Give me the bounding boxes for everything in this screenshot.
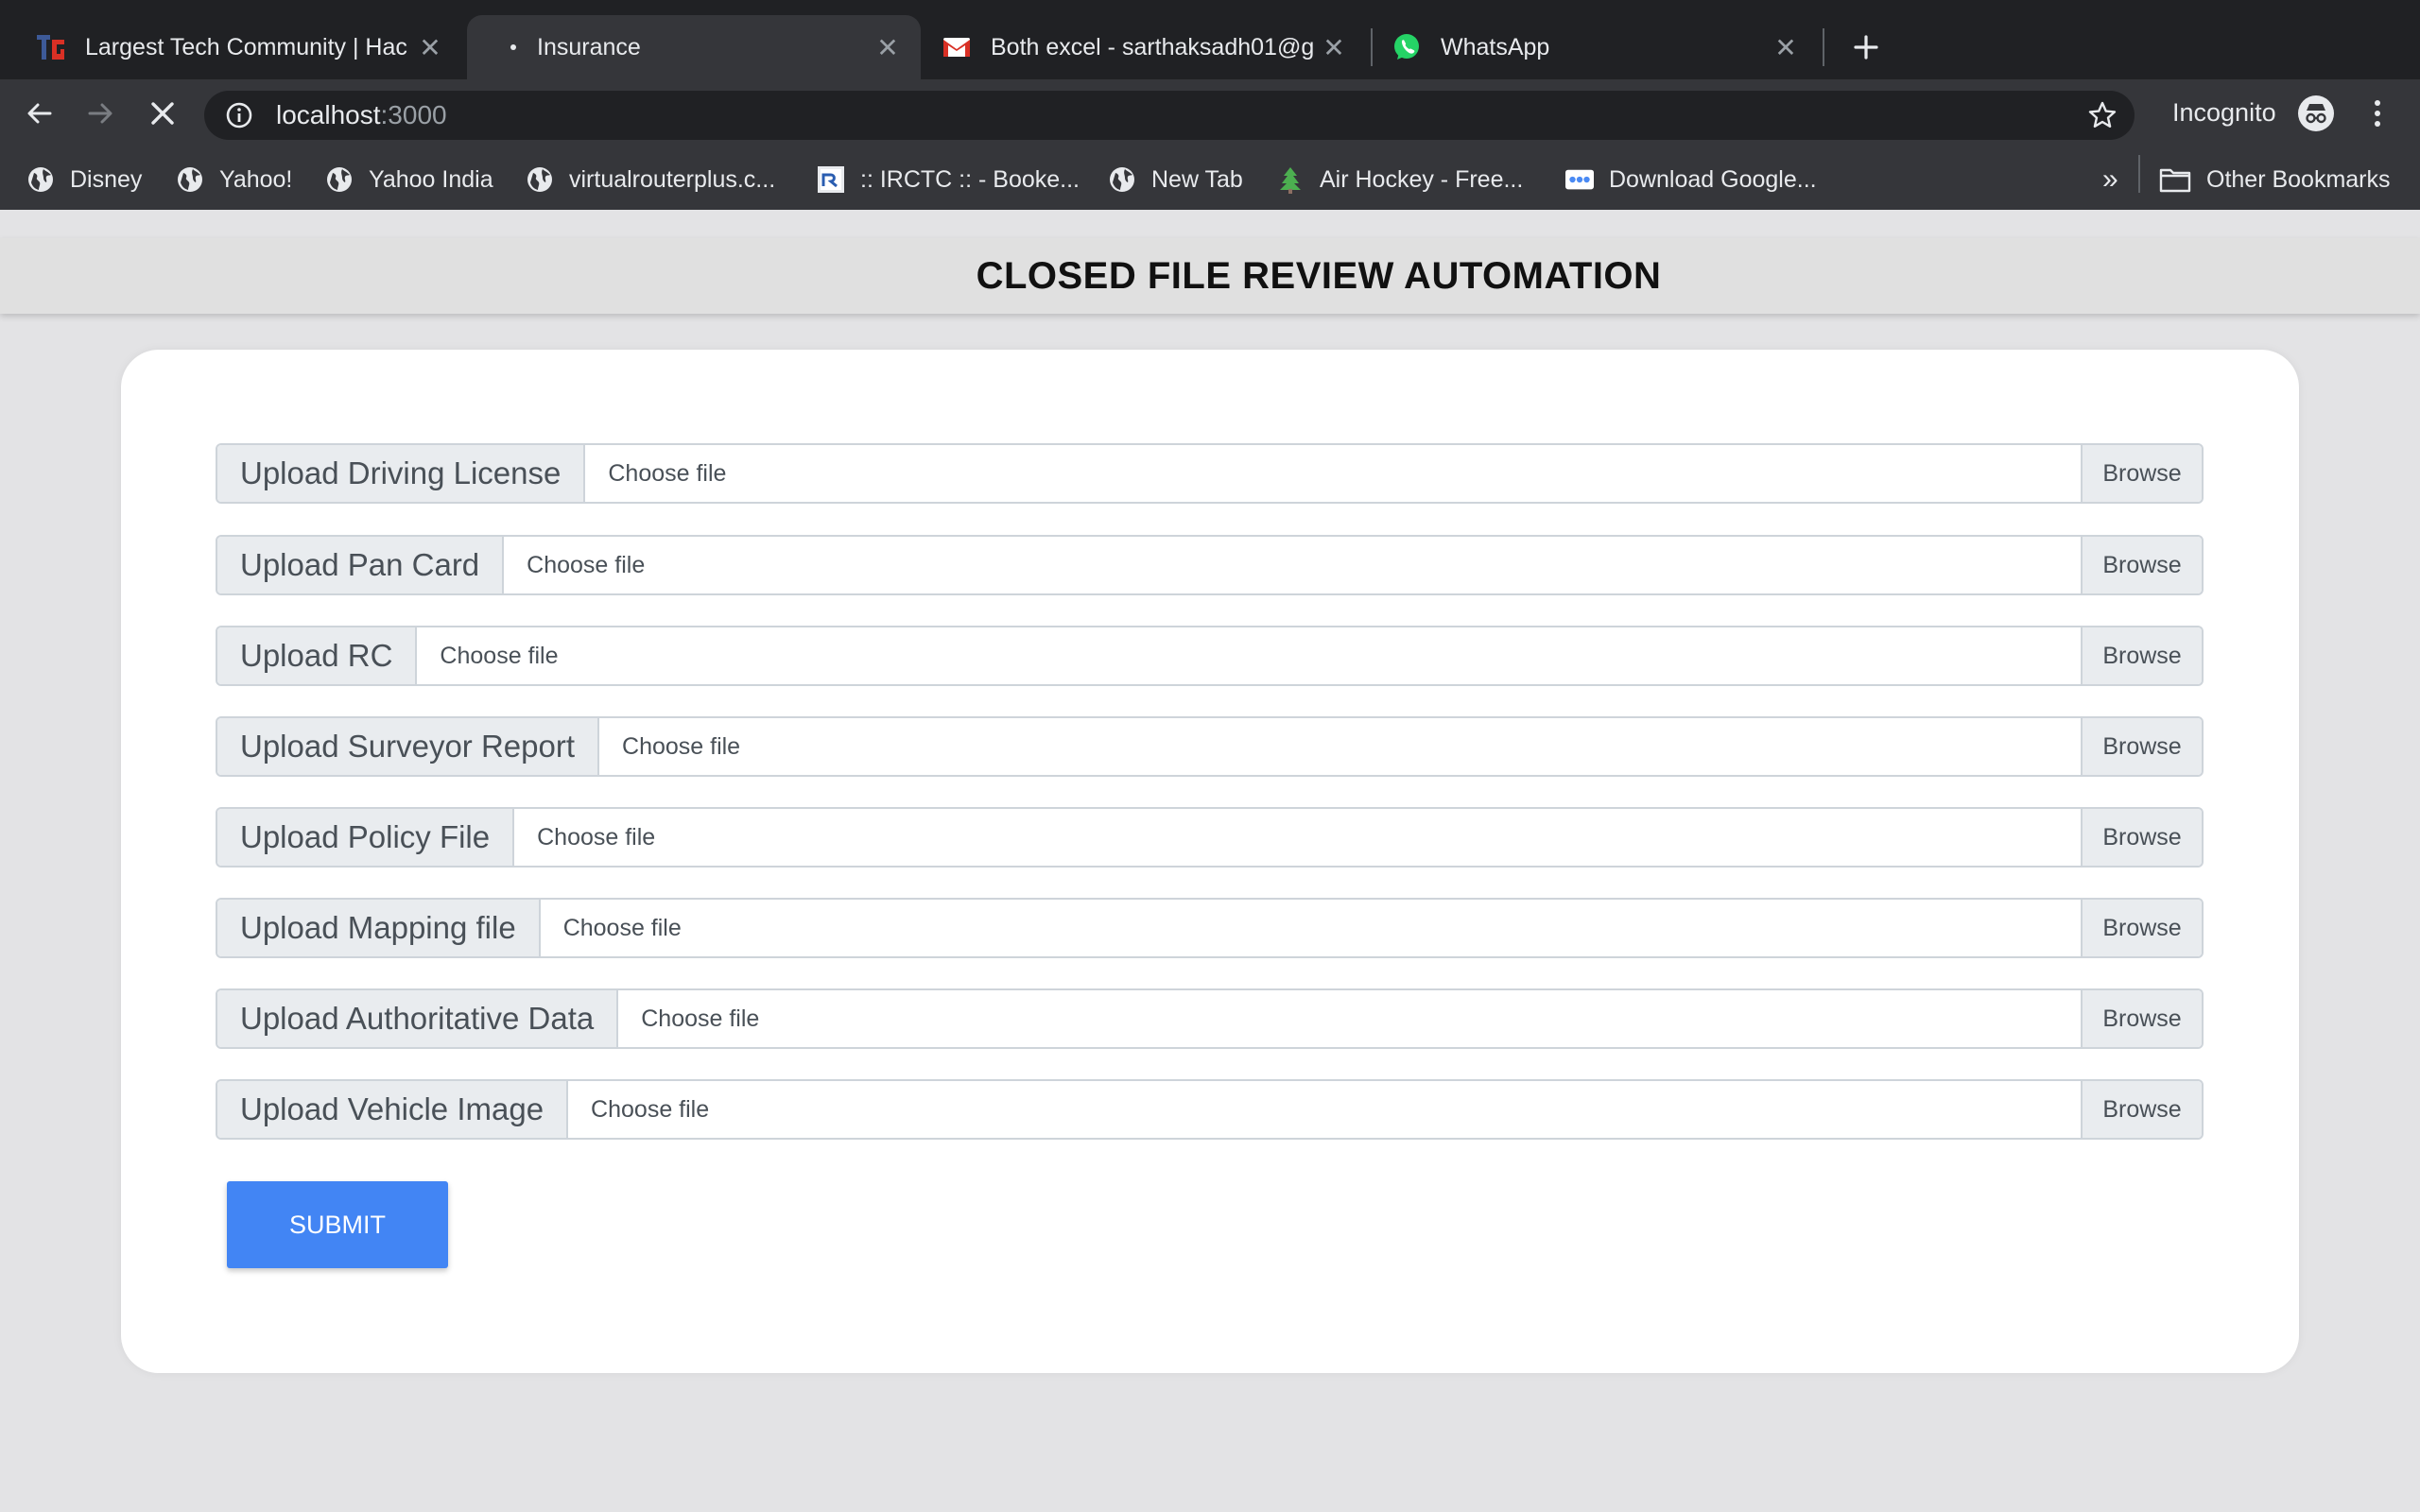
star-icon[interactable] xyxy=(2087,100,2118,130)
incognito-icon[interactable] xyxy=(2297,94,2335,132)
bookmark-new-tab[interactable]: New Tab xyxy=(1108,161,1243,198)
bookmarks-overflow-button[interactable]: » xyxy=(2102,161,2118,198)
submit-button[interactable]: SUBMIT xyxy=(227,1181,448,1268)
tree-icon xyxy=(1276,165,1305,194)
incognito-label: Incognito xyxy=(2172,98,2276,127)
globe-icon xyxy=(26,165,55,194)
page-header: CLOSED FILE REVIEW AUTOMATION xyxy=(0,238,2420,314)
tab-gmail[interactable]: Both excel - sarthaksadh01@g ✕ xyxy=(925,15,1367,79)
upload-vehicle-image: Upload Vehicle Image Choose file Browse xyxy=(216,1079,2204,1140)
tg-logo-icon xyxy=(36,32,66,62)
upload-pan-card: Upload Pan Card Choose file Browse xyxy=(216,535,2204,595)
loading-dot-icon xyxy=(507,32,520,62)
upload-label: Upload Pan Card xyxy=(217,537,505,593)
forward-button[interactable] xyxy=(76,89,125,138)
new-tab-button[interactable] xyxy=(1841,23,1891,72)
browse-button[interactable]: Browse xyxy=(2081,1081,2202,1138)
globe-icon xyxy=(1108,165,1136,194)
upload-form-card: Upload Driving License Choose file Brows… xyxy=(121,350,2299,1373)
tab-separator xyxy=(1823,28,1824,66)
bookmark-label: Air Hockey - Free... xyxy=(1320,165,1524,193)
close-icon[interactable]: ✕ xyxy=(414,31,446,63)
site-info-icon[interactable] xyxy=(225,101,253,129)
close-icon[interactable]: ✕ xyxy=(1770,31,1802,63)
upload-mapping-file: Upload Mapping file Choose file Browse xyxy=(216,898,2204,958)
bookmark-irctc[interactable]: :: IRCTC :: - Booke... xyxy=(817,161,1080,198)
bookmark-label: Disney xyxy=(70,165,143,193)
other-bookmarks[interactable]: Other Bookmarks xyxy=(2159,161,2391,198)
upload-label: Upload Driving License xyxy=(217,445,586,502)
bookmarks-separator xyxy=(2138,155,2140,193)
tab-title: Largest Tech Community | Hac xyxy=(85,33,407,60)
tab-title: WhatsApp xyxy=(1441,33,1550,60)
browse-button[interactable]: Browse xyxy=(2081,445,2202,502)
menu-icon[interactable] xyxy=(2363,96,2392,130)
bookmark-disney[interactable]: Disney xyxy=(26,161,142,198)
file-input[interactable]: Choose file xyxy=(514,809,2081,866)
close-icon[interactable]: ✕ xyxy=(872,31,904,63)
bookmark-yahoo[interactable]: Yahoo! xyxy=(176,161,292,198)
file-input[interactable]: Choose file xyxy=(540,900,2081,956)
bookmark-label: virtualrouterplus.c... xyxy=(569,165,776,193)
browse-button[interactable]: Browse xyxy=(2081,537,2202,593)
bookmark-label: Yahoo India xyxy=(369,165,493,193)
file-input[interactable]: Choose file xyxy=(585,445,2081,502)
globe-icon xyxy=(325,165,354,194)
url-port: :3000 xyxy=(380,100,447,129)
other-bookmarks-label: Other Bookmarks xyxy=(2206,165,2391,193)
bookmark-download-google[interactable]: Download Google... xyxy=(1565,161,1817,198)
irctc-icon xyxy=(817,165,845,194)
upload-label: Upload Policy File xyxy=(217,809,515,866)
browse-button[interactable]: Browse xyxy=(2081,718,2202,775)
url-host: localhost xyxy=(276,100,381,129)
stop-loading-button[interactable] xyxy=(138,89,187,138)
folder-icon xyxy=(2159,165,2191,194)
address-bar[interactable]: localhost:3000 xyxy=(204,91,2135,140)
file-input[interactable]: Choose file xyxy=(504,537,2081,593)
upload-policy-file: Upload Policy File Choose file Browse xyxy=(216,807,2204,868)
globe-icon xyxy=(526,165,554,194)
google-dots-icon xyxy=(1565,165,1594,194)
file-input[interactable]: Choose file xyxy=(417,627,2081,684)
upload-authoritative-data: Upload Authoritative Data Choose file Br… xyxy=(216,988,2204,1049)
browse-button[interactable]: Browse xyxy=(2081,627,2202,684)
tab-title: Insurance xyxy=(537,33,641,60)
bookmark-label: New Tab xyxy=(1151,165,1243,193)
upload-label: Upload Vehicle Image xyxy=(217,1081,569,1138)
bookmark-label: Download Google... xyxy=(1609,165,1817,193)
bookmark-label: :: IRCTC :: - Booke... xyxy=(860,165,1080,193)
tab-tech-community[interactable]: Largest Tech Community | Hac ✕ xyxy=(19,15,463,79)
browse-button[interactable]: Browse xyxy=(2081,990,2202,1047)
upload-rc: Upload RC Choose file Browse xyxy=(216,626,2204,686)
close-icon[interactable]: ✕ xyxy=(1318,31,1350,63)
upload-label: Upload Authoritative Data xyxy=(217,990,619,1047)
bookmark-virtualrouterplus[interactable]: virtualrouterplus.c... xyxy=(526,161,775,198)
gmail-icon xyxy=(942,32,972,62)
bookmark-air-hockey[interactable]: Air Hockey - Free... xyxy=(1276,161,1523,198)
browser-chrome: Largest Tech Community | Hac ✕ Insurance… xyxy=(0,0,2420,210)
tab-title: Both excel - sarthaksadh01@g xyxy=(991,33,1315,60)
bookmark-yahoo-india[interactable]: Yahoo India xyxy=(325,161,493,198)
url-text[interactable]: localhost:3000 xyxy=(276,100,447,130)
upload-label: Upload RC xyxy=(217,627,418,684)
browse-button[interactable]: Browse xyxy=(2081,900,2202,956)
tab-whatsapp[interactable]: WhatsApp ✕ xyxy=(1376,15,1819,79)
back-button[interactable] xyxy=(15,89,64,138)
page-title: CLOSED FILE REVIEW AUTOMATION xyxy=(976,254,1662,297)
upload-surveyor-report: Upload Surveyor Report Choose file Brows… xyxy=(216,716,2204,777)
bookmarks-bar: Disney Yahoo! Yahoo India virtualrouterp… xyxy=(0,149,2420,210)
browse-button[interactable]: Browse xyxy=(2081,809,2202,866)
tab-separator xyxy=(1371,28,1373,66)
file-input[interactable]: Choose file xyxy=(599,718,2081,775)
file-input[interactable]: Choose file xyxy=(618,990,2081,1047)
upload-label: Upload Mapping file xyxy=(217,900,541,956)
globe-icon xyxy=(176,165,204,194)
bookmark-label: Yahoo! xyxy=(219,165,293,193)
upload-driving-license: Upload Driving License Choose file Brows… xyxy=(216,443,2204,504)
tab-insurance[interactable]: Insurance ✕ xyxy=(467,15,921,79)
tab-strip: Largest Tech Community | Hac ✕ Insurance… xyxy=(0,0,2420,79)
upload-label: Upload Surveyor Report xyxy=(217,718,600,775)
whatsapp-icon xyxy=(1392,32,1422,62)
file-input[interactable]: Choose file xyxy=(568,1081,2081,1138)
